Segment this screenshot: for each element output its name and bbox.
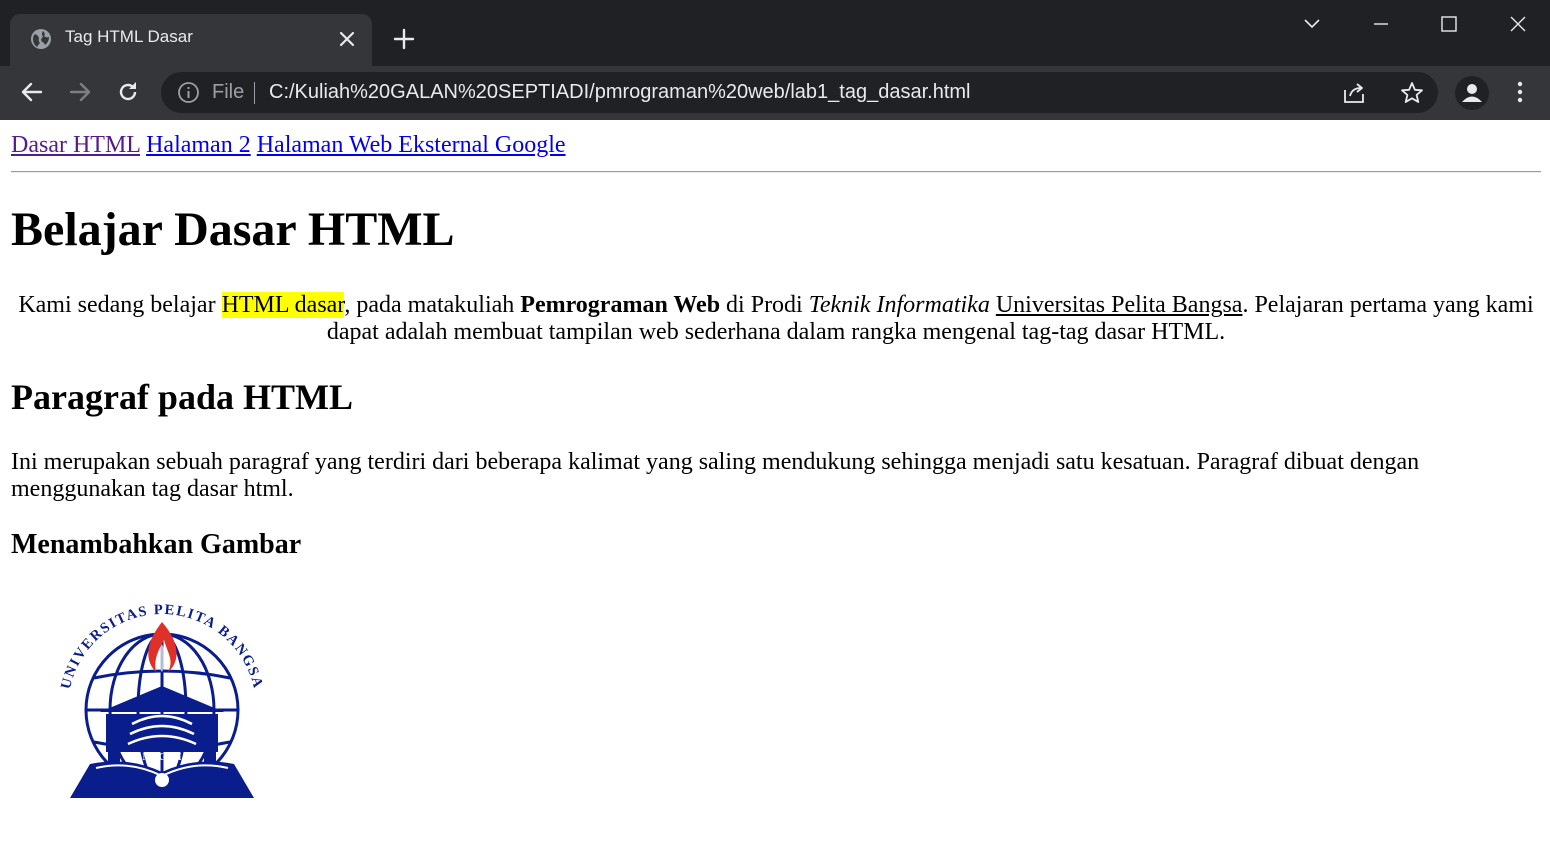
highlighted-text: HTML dasar	[221, 292, 345, 318]
close-window-icon[interactable]	[1506, 12, 1530, 36]
page-title: Belajar Dasar HTML	[11, 203, 455, 256]
profile-button[interactable]	[1455, 76, 1489, 110]
forward-arrow-icon[interactable]	[67, 79, 93, 105]
intro-text: , pada matakuliah	[344, 292, 521, 318]
plus-icon[interactable]	[392, 27, 416, 51]
nav-link-halaman-2[interactable]: Halaman 2	[146, 132, 251, 158]
browser-toolbar: File C:/Kuliah%20GALAN%20SEPTIADI/pmrogr…	[0, 66, 1550, 120]
nav-link-dasar-html[interactable]: Dasar HTML	[11, 132, 140, 158]
university-logo: UNIVERSITAS PELITA BANGSA MEGAH	[58, 602, 264, 798]
profile-icon	[1462, 84, 1482, 102]
browser-tab[interactable]: Tag HTML Dasar	[10, 14, 372, 66]
bold-text: Pemrograman Web	[520, 292, 721, 318]
page-content: Dasar HTML Halaman 2 Halaman Web Ekstern…	[0, 120, 1550, 853]
info-icon[interactable]	[177, 81, 200, 104]
horizontal-rule	[11, 171, 1541, 173]
globe-icon	[31, 29, 51, 49]
intro-text: di Prodi	[720, 292, 809, 318]
intro-text: Kami sedang belajar	[18, 292, 222, 318]
section-heading: Paragraf pada HTML	[11, 377, 353, 417]
minimize-icon[interactable]	[1369, 12, 1393, 36]
nav-links: Dasar HTML Halaman 2 Halaman Web Ekstern…	[11, 132, 566, 159]
paragraph: Ini merupakan sebuah paragraf yang terdi…	[11, 449, 1420, 502]
browser-titlebar: Tag HTML Dasar	[0, 0, 1550, 66]
kebab-menu-icon[interactable]	[1508, 80, 1532, 104]
subsection-heading: Menambahkan Gambar	[11, 529, 302, 560]
back-arrow-icon[interactable]	[19, 79, 45, 105]
underlined-text: Universitas Pelita Bangsa	[995, 292, 1243, 318]
chevron-down-icon[interactable]	[1300, 12, 1324, 36]
scheme-label: File	[212, 81, 245, 103]
close-icon[interactable]	[336, 28, 358, 50]
star-icon[interactable]	[1399, 80, 1425, 106]
address-bar[interactable]: File C:/Kuliah%20GALAN%20SEPTIADI/pmrogr…	[161, 72, 1438, 113]
reload-icon[interactable]	[115, 79, 141, 105]
maximize-icon[interactable]	[1437, 12, 1461, 36]
address-url[interactable]: C:/Kuliah%20GALAN%20SEPTIADI/pmrograman%…	[269, 81, 970, 104]
tab-title: Tag HTML Dasar	[65, 27, 193, 46]
address-separator	[254, 82, 255, 104]
italic-text: Teknik Informatika	[808, 292, 990, 318]
nav-link-google[interactable]: Halaman Web Eksternal Google	[257, 132, 566, 158]
share-icon[interactable]	[1341, 80, 1367, 106]
intro-paragraph: Kami sedang belajar HTML dasar, pada mat…	[11, 292, 1541, 346]
logo-book-text: MEGAH	[143, 752, 182, 763]
